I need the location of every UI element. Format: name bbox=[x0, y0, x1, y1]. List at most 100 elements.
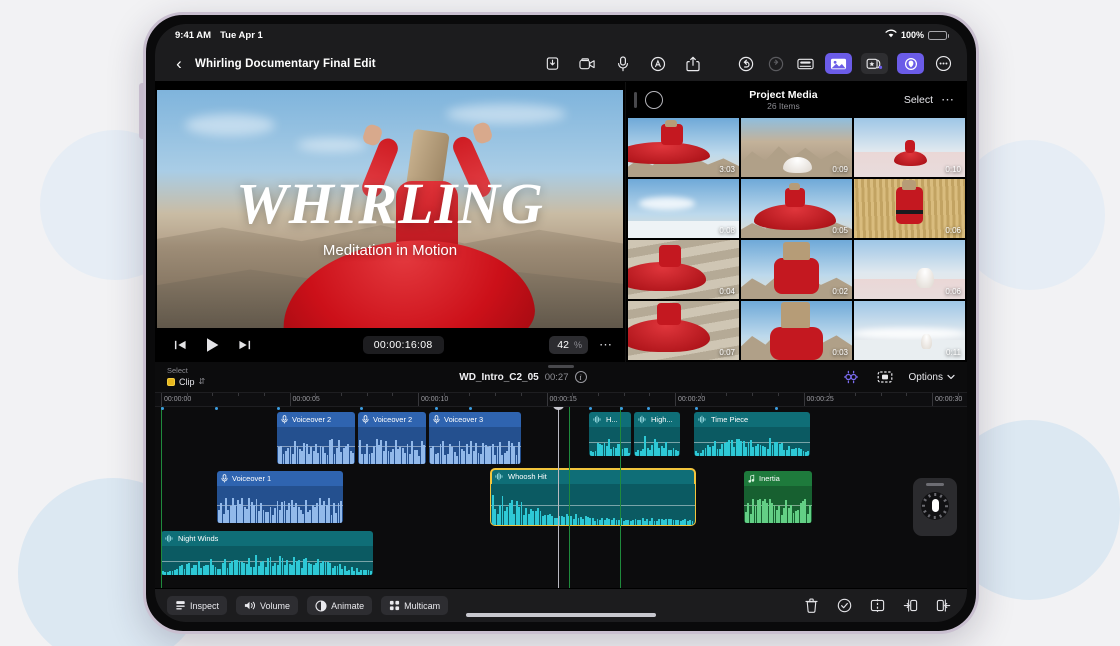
effects-icon[interactable] bbox=[861, 53, 888, 74]
dial-wheel[interactable] bbox=[921, 492, 949, 520]
viewer-pane: WHIRLING Meditation in Motion 00:00:16:0… bbox=[155, 82, 625, 362]
sync-marker-line bbox=[569, 407, 570, 588]
record-video-icon[interactable] bbox=[577, 53, 598, 74]
share-icon[interactable] bbox=[682, 53, 703, 74]
toolbar-secondary-actions bbox=[735, 53, 954, 74]
marker-dot bbox=[435, 407, 438, 410]
timeline-clip[interactable]: Voiceover 1 bbox=[217, 471, 343, 523]
thumb-distant-dancer-sky[interactable]: 0:11 bbox=[854, 301, 965, 360]
dial-tick bbox=[934, 516, 936, 519]
skip-to-end-icon[interactable] bbox=[231, 332, 257, 358]
thumb-dancer-red-skirt[interactable]: 3:03 bbox=[628, 118, 739, 177]
home-indicator[interactable] bbox=[466, 613, 656, 617]
timeline-clip[interactable]: High... bbox=[634, 412, 680, 456]
insert-left-icon[interactable] bbox=[898, 595, 922, 617]
timeline-clip[interactable]: Inertia bbox=[744, 471, 812, 523]
insert-right-icon[interactable] bbox=[931, 595, 955, 617]
thumb-red-skirt-badlands[interactable]: 0:07 bbox=[628, 301, 739, 360]
split-clip-icon[interactable] bbox=[865, 595, 889, 617]
ruler-minor-tick bbox=[752, 393, 753, 396]
thumb-white-robe-salt[interactable]: 0:06 bbox=[854, 240, 965, 299]
clip-label: Voiceover 3 bbox=[444, 415, 483, 424]
storyboard-icon[interactable] bbox=[875, 367, 896, 388]
select-button[interactable]: Select bbox=[904, 94, 933, 106]
info-icon[interactable]: i bbox=[575, 371, 587, 383]
jog-dial[interactable] bbox=[913, 478, 957, 536]
animate-button[interactable]: Animate bbox=[307, 596, 372, 615]
ruler-label: 00:00:20 bbox=[675, 396, 705, 403]
back-chevron-icon[interactable]: ‹ bbox=[168, 54, 190, 74]
dial-grabber[interactable] bbox=[926, 483, 944, 486]
marker-dot bbox=[775, 407, 778, 410]
options-button[interactable]: Options bbox=[909, 372, 955, 383]
import-media-icon[interactable] bbox=[542, 53, 563, 74]
record-voiceover-icon[interactable] bbox=[612, 53, 633, 74]
filter-icon[interactable] bbox=[645, 91, 663, 109]
dial-tick bbox=[923, 510, 926, 513]
zoom-level[interactable]: 42 % bbox=[549, 336, 588, 354]
marker-dot bbox=[695, 407, 698, 410]
thumbnail-duration: 0:11 bbox=[946, 348, 961, 357]
thumb-sky-clouds[interactable]: 0:08 bbox=[628, 179, 739, 238]
viewer-more-icon[interactable]: ⋯ bbox=[599, 337, 613, 353]
timeline-clip[interactable]: Time Piece bbox=[694, 412, 810, 456]
inspector-icon bbox=[175, 600, 186, 611]
ruler-minor-tick bbox=[367, 393, 368, 396]
volume-button[interactable]: Volume bbox=[236, 596, 298, 615]
thumb-salt-flat-dancer[interactable]: 0:10 bbox=[854, 118, 965, 177]
dial-tick bbox=[939, 494, 942, 497]
thumbnail-duration: 0:10 bbox=[945, 165, 961, 174]
media-browser-pane: Project Media 26 Items Select ⋯ 3:030:09… bbox=[625, 82, 967, 362]
thumbnail-duration: 0:09 bbox=[832, 165, 848, 174]
timeline-clip[interactable]: Voiceover 2 bbox=[277, 412, 355, 464]
clip-label: Night Winds bbox=[178, 534, 218, 543]
inspect-button[interactable]: Inspect bbox=[167, 596, 227, 615]
audio-icon[interactable] bbox=[897, 53, 924, 74]
overlay-title: WHIRLING bbox=[157, 176, 623, 231]
timeline-clip[interactable]: H... bbox=[589, 412, 631, 456]
panel-grabber[interactable] bbox=[634, 92, 637, 108]
status-date: Tue Apr 1 bbox=[220, 30, 263, 41]
undo-icon[interactable] bbox=[735, 53, 756, 74]
timeline-tracks[interactable]: Voiceover 2Voiceover 2 Voiceover 3 H...Hig… bbox=[155, 407, 967, 588]
viewer-timecode[interactable]: 00:00:16:08 bbox=[363, 336, 444, 354]
video-preview[interactable]: WHIRLING Meditation in Motion bbox=[157, 90, 623, 328]
selection-mode[interactable]: Select Clip ⇵ bbox=[167, 366, 205, 388]
thumb-red-cloak-badlands[interactable]: 0:04 bbox=[628, 240, 739, 299]
thumb-dancer-field[interactable]: 0:06 bbox=[854, 179, 965, 238]
dial-tick bbox=[943, 510, 946, 513]
play-icon[interactable] bbox=[199, 332, 225, 358]
dial-tick bbox=[945, 505, 948, 507]
playhead[interactable] bbox=[558, 407, 559, 588]
redo-icon[interactable] bbox=[765, 53, 786, 74]
timeline-clip[interactable]: Night Winds bbox=[161, 531, 373, 575]
skip-to-start-icon[interactable] bbox=[167, 332, 193, 358]
animate-icon bbox=[315, 600, 327, 612]
keyframe-icon[interactable] bbox=[795, 53, 816, 74]
delete-icon[interactable] bbox=[799, 595, 823, 617]
thumb-dancer-arms-crossed[interactable]: 0:02 bbox=[741, 240, 852, 299]
timeline-clip[interactable]: Voiceover 3 bbox=[429, 412, 521, 464]
thumb-dancer-arms-up[interactable]: 0:05 bbox=[741, 179, 852, 238]
ruler-minor-tick bbox=[649, 393, 650, 396]
marker-dot bbox=[469, 407, 472, 410]
more-options-icon[interactable] bbox=[933, 53, 954, 74]
thumb-portrait-hat[interactable]: 0:03 bbox=[741, 301, 852, 360]
overlay-subtitle: Meditation in Motion bbox=[157, 242, 623, 259]
ruler-minor-tick bbox=[315, 393, 316, 396]
timeline-grabber[interactable] bbox=[548, 365, 574, 368]
timeline-ruler[interactable]: 00:00:0000:00:0500:00:1000:00:1500:00:20… bbox=[155, 392, 967, 407]
options-label: Options bbox=[909, 372, 943, 383]
checkmark-icon[interactable] bbox=[832, 595, 856, 617]
media-more-icon[interactable]: ⋯ bbox=[941, 92, 955, 108]
timeline-settings-icon[interactable] bbox=[841, 367, 862, 388]
playhead-handle[interactable] bbox=[553, 407, 564, 410]
device-side-button[interactable] bbox=[139, 83, 144, 139]
timeline-clip[interactable]: Voiceover 2 bbox=[358, 412, 426, 464]
thumb-white-dancer-rocks[interactable]: 0:09 bbox=[741, 118, 852, 177]
media-browser-icon[interactable] bbox=[825, 53, 852, 74]
multicam-button[interactable]: Multicam bbox=[381, 596, 448, 615]
marker-dot bbox=[620, 407, 623, 410]
timeline-clip[interactable]: Whoosh Hit bbox=[491, 469, 695, 525]
apple-pencil-icon[interactable] bbox=[647, 53, 668, 74]
